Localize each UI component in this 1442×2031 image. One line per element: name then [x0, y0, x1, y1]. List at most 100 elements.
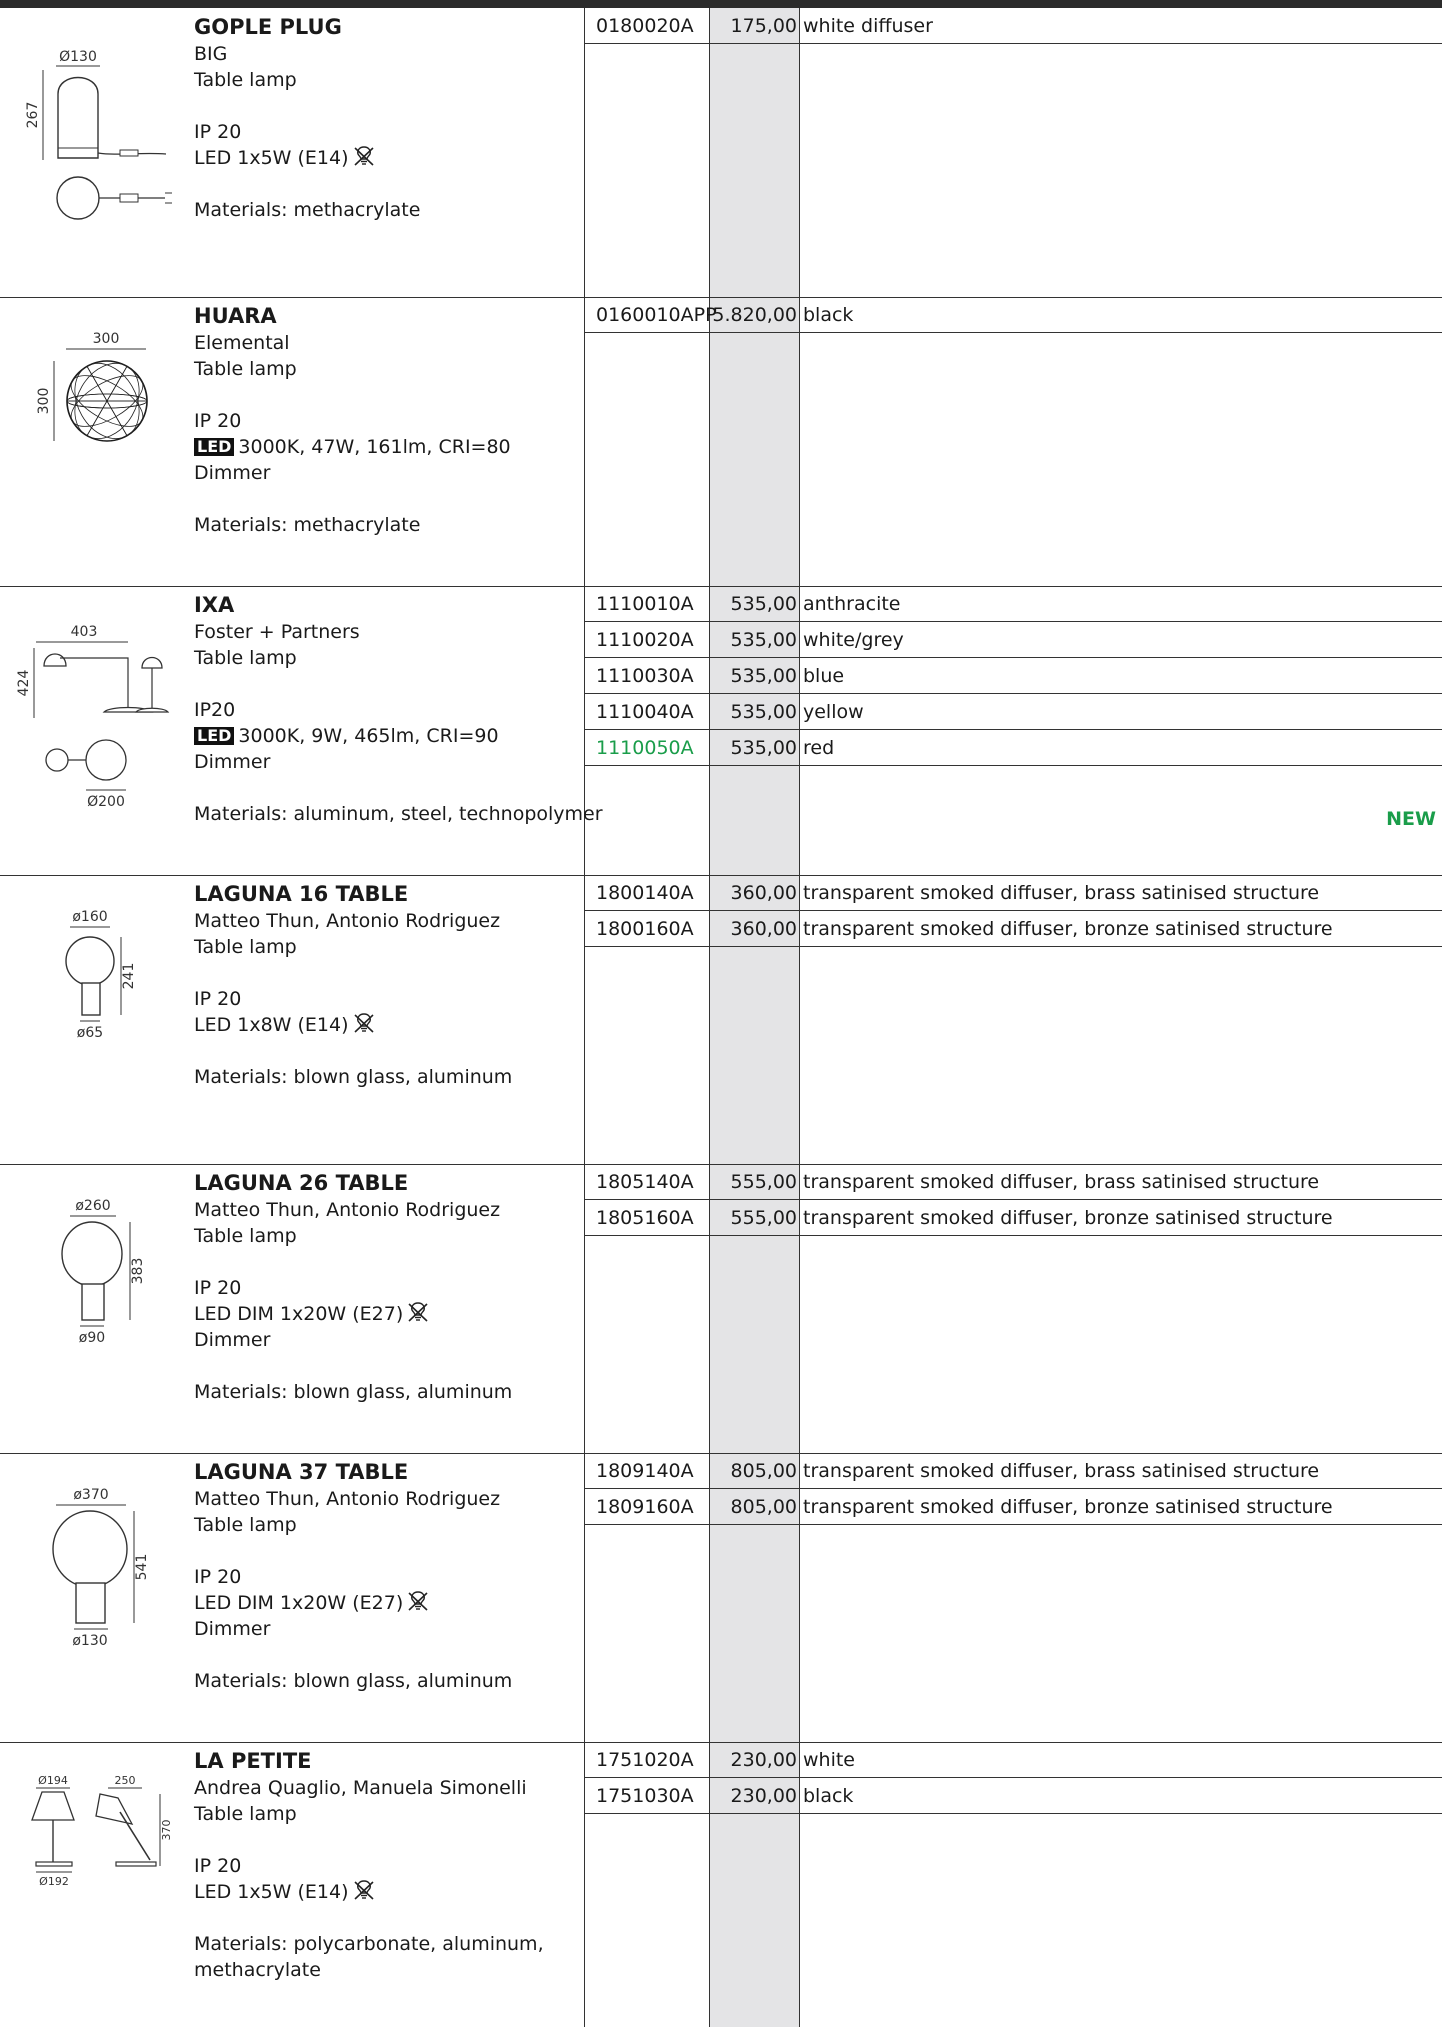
dimension-label: ø90 [79, 1330, 105, 1346]
article-code: 1751030A [596, 1785, 694, 1807]
dimension-label: ø65 [77, 1025, 103, 1041]
spec-text: Dimmer [194, 462, 271, 484]
materials-text: Materials: blown glass, aluminum [194, 1066, 513, 1088]
spec-line: LED DIM 1x20W (E27) [194, 1301, 584, 1327]
price: 360,00 [730, 882, 797, 904]
variant-description: black [803, 1785, 854, 1807]
product-drawing: Ø130 267 [0, 8, 190, 297]
product-info: LAGUNA 16 TABLE Matteo Thun, Antonio Rodr… [194, 875, 584, 1090]
dimension-label: Ø200 [87, 794, 125, 810]
variant-row: 1110010A 535,00 anthracite [584, 586, 1442, 622]
variant-row: 1800140A 360,00 transparent smoked diffuse… [584, 875, 1442, 911]
dimension-label: Ø192 [39, 1875, 69, 1888]
spec-text: IP 20 [194, 410, 242, 432]
non-replaceable-bulb-icon [353, 1880, 374, 1900]
spec-line: Dimmer [194, 749, 584, 775]
technical-drawing: ø260 383 ø90 [61, 1198, 146, 1346]
product-name: GOPLE PLUG [194, 15, 342, 39]
product-info: HUARA Elemental Table lamp IP 20 LED 3000K, 4… [194, 297, 584, 538]
variant-row: 1751030A 230,00 black [584, 1778, 1442, 1814]
article-code: 1110050A [596, 737, 694, 759]
price: 175,00 [730, 15, 797, 37]
product-info: LA PETITE Andrea Quaglio, Manuela Simonel… [194, 1742, 584, 1983]
product-subtitle: Table lamp [194, 647, 297, 669]
variant-description: transparent smoked diffuser, bronze sati… [803, 1207, 1333, 1229]
variant-row: 1809140A 805,00 transparent smoked diffuse… [584, 1453, 1442, 1489]
dimension-label: Ø130 [59, 49, 97, 65]
price: 535,00 [730, 701, 797, 723]
product-subtitle: Table lamp [194, 358, 297, 380]
product-drawing: Ø194 250 370 Ø192 [0, 1742, 190, 2031]
product-subtitle: Matteo Thun, Antonio Rodriguez [194, 1488, 501, 1510]
price: 555,00 [730, 1171, 797, 1193]
product-name: LAGUNA 26 TABLE [194, 1171, 409, 1195]
spec-line: IP 20 [194, 1853, 584, 1879]
variant-description: yellow [803, 701, 864, 723]
materials-text: Materials: blown glass, aluminum [194, 1381, 513, 1403]
spec-line: LED 1x5W (E14) [194, 1879, 584, 1905]
product-drawing: ø260 383 ø90 [0, 1164, 190, 1453]
spec-line: Dimmer [194, 460, 584, 486]
product-subtitle: Elemental [194, 332, 290, 354]
product-subtitle: Foster + Partners [194, 621, 360, 643]
dimension-label: 541 [134, 1554, 150, 1581]
product-drawing: ø160 241 ø65 [0, 875, 190, 1164]
product-section: Ø194 250 370 Ø192 LA PETITE Andrea Quaglio, M… [0, 1742, 1442, 2031]
article-code: 1800140A [596, 882, 694, 904]
spec-line: LED DIM 1x20W (E27) [194, 1590, 584, 1616]
dimension-label: 424 [16, 670, 32, 697]
variant-row: 1110050A 535,00 red [584, 730, 1442, 766]
variant-table: 1805140A 555,00 transparent smoked diffuse… [584, 1164, 1442, 1236]
price: 360,00 [730, 918, 797, 940]
spec-line: IP 20 [194, 1275, 584, 1301]
variant-description: white [803, 1749, 855, 1771]
variant-description: red [803, 737, 835, 759]
variant-table: 1751020A 230,00 white 1751030A 230,00 black [584, 1742, 1442, 1814]
materials-text: methacrylate [194, 1959, 321, 1981]
product-section: ø160 241 ø65 LAGUNA 16 TABLE Matteo Thun, An… [0, 875, 1442, 1164]
variant-description: white diffuser [803, 15, 933, 37]
technical-drawing: ø160 241 ø65 [65, 909, 137, 1041]
price: 535,00 [730, 665, 797, 687]
variant-row: 1751020A 230,00 white [584, 1742, 1442, 1778]
spec-line: IP 20 [194, 119, 584, 145]
product-info: GOPLE PLUG BIG Table lamp IP 20 LED 1x5W (E1… [194, 8, 584, 223]
variant-row: 1110030A 535,00 blue [584, 658, 1442, 694]
product-info: LAGUNA 26 TABLE Matteo Thun, Antonio Rodr… [194, 1164, 584, 1405]
product-name: LA PETITE [194, 1749, 312, 1773]
product-info: IXA Foster + Partners Table lamp IP20 LED 300… [194, 586, 603, 827]
spec-line: LED 3000K, 47W, 161lm, CRI=80 [194, 434, 584, 460]
spec-text: IP20 [194, 699, 236, 721]
technical-drawing: 300 300 [36, 331, 148, 442]
product-subtitle: Table lamp [194, 1514, 297, 1536]
variant-row: 0180020A 175,00 white diffuser [584, 8, 1442, 44]
product-drawing: ø370 541 ø130 [0, 1453, 190, 1742]
product-subtitle: Andrea Quaglio, Manuela Simonelli [194, 1777, 527, 1799]
spec-text: LED DIM 1x20W (E27) [194, 1303, 404, 1325]
price: 555,00 [730, 1207, 797, 1229]
spec-line: Dimmer [194, 1327, 584, 1353]
dimension-label: 383 [130, 1258, 146, 1285]
variant-row: 1110040A 535,00 yellow [584, 694, 1442, 730]
technical-drawing: Ø130 267 [25, 49, 172, 220]
variant-row: 1805140A 555,00 transparent smoked diffuse… [584, 1164, 1442, 1200]
variant-description: transparent smoked diffuser, brass satin… [803, 1460, 1320, 1482]
spec-text: IP 20 [194, 1566, 242, 1588]
spec-line: Dimmer [194, 1616, 584, 1642]
variant-description: transparent smoked diffuser, brass satin… [803, 1171, 1320, 1193]
article-code: 1110040A [596, 701, 694, 723]
spec-line: IP20 [194, 697, 584, 723]
led-badge: LED [194, 727, 235, 745]
dimension-label: Ø194 [38, 1774, 68, 1787]
new-badge: NEW [1386, 808, 1436, 830]
spec-text: IP 20 [194, 121, 242, 143]
price: 805,00 [730, 1496, 797, 1518]
product-subtitle: Matteo Thun, Antonio Rodriguez [194, 910, 501, 932]
